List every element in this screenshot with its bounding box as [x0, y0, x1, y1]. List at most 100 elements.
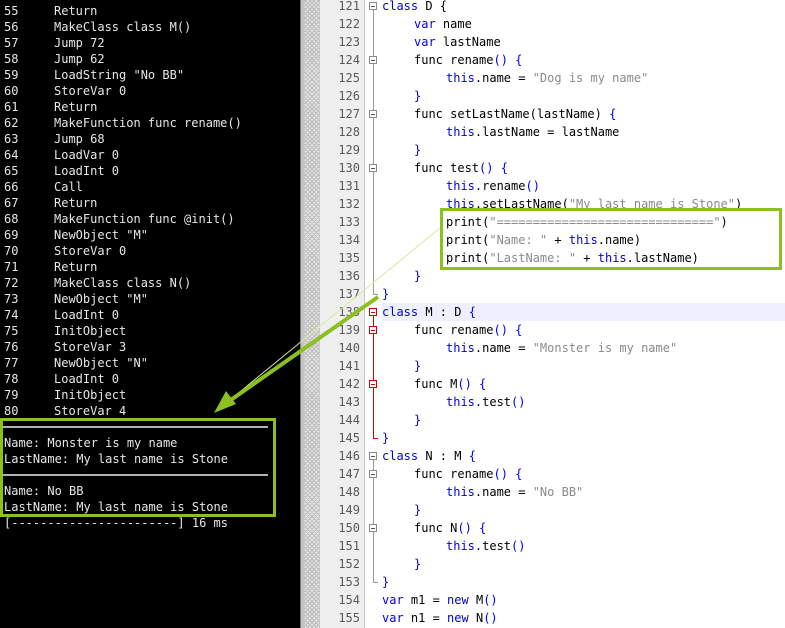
line-number: 143 — [338, 395, 360, 409]
code-line[interactable]: func test() { — [414, 159, 508, 177]
code-token: func rename — [414, 467, 494, 481]
console-line-text: LoadInt 0 — [54, 164, 120, 178]
code-line[interactable]: } — [414, 411, 421, 429]
code-line[interactable]: func setLastName(lastName) { — [414, 105, 616, 123]
fold-toggle-icon[interactable] — [369, 164, 377, 172]
line-number: 151 — [338, 539, 360, 553]
console-line-number: 63 — [4, 132, 19, 146]
console-line-number: 55 — [4, 4, 19, 18]
console-line-number: 80 — [4, 404, 19, 418]
console-line: 68 MakeFunction func @init() — [4, 211, 235, 227]
code-line[interactable]: this.name = "Dog is my name" — [446, 69, 648, 87]
code-keyword: { — [493, 161, 508, 175]
code-line[interactable]: var lastName — [414, 33, 501, 51]
fold-toggle-icon[interactable] — [369, 56, 377, 64]
console-line-text: LoadInt 0 — [54, 372, 120, 386]
code-token: func rename — [414, 53, 494, 67]
code-line[interactable]: } — [382, 429, 389, 447]
console-line-number: 78 — [4, 372, 19, 386]
code-line[interactable]: } — [414, 555, 421, 573]
console-line-text: StoreVar 3 — [54, 340, 127, 354]
code-line[interactable]: this.rename() — [446, 177, 540, 195]
code-line[interactable]: this.test() — [446, 393, 525, 411]
fold-toggle-icon[interactable] — [369, 380, 377, 388]
code-editor[interactable]: 121 122 123 124 125 126 127 128 129 130 131 132 133 1… — [320, 0, 785, 628]
console-line-text: Return — [54, 100, 98, 114]
code-line[interactable]: func rename() { — [414, 51, 522, 69]
code-line[interactable]: } — [414, 357, 421, 375]
code-keyword: () — [483, 593, 498, 607]
console-line: 62 MakeFunction func rename() — [4, 115, 242, 131]
code-keyword: { — [471, 521, 487, 535]
line-number: 147 — [338, 467, 360, 481]
code-line[interactable]: } — [414, 141, 421, 159]
code-line[interactable]: var n1 = new N() — [382, 609, 498, 627]
console-line-number: 75 — [4, 324, 19, 338]
console-line: 66 Call — [4, 179, 83, 195]
code-line[interactable]: func M() { — [414, 375, 486, 393]
code-line[interactable]: class D { — [382, 0, 447, 15]
fold-margin[interactable] — [365, 0, 381, 628]
code-token: N — [468, 611, 484, 625]
pane-splitter[interactable] — [304, 0, 320, 628]
code-keyword: } — [414, 503, 422, 517]
fold-toggle-icon[interactable] — [369, 452, 377, 460]
code-keyword: new — [447, 611, 469, 625]
console-line: 75 InitObject — [4, 323, 126, 339]
code-keyword: this — [446, 71, 475, 85]
code-keyword: new — [447, 593, 469, 607]
console-line-number: 77 — [4, 356, 19, 370]
fold-toggle-icon[interactable] — [369, 326, 377, 334]
console-line-number: 69 — [4, 228, 19, 242]
fold-toggle-icon[interactable] — [369, 470, 377, 478]
line-number: 123 — [338, 35, 360, 49]
code-keyword: { — [609, 107, 617, 121]
code-token: func rename — [414, 323, 494, 337]
fold-toggle-icon[interactable] — [369, 2, 377, 10]
code-line[interactable]: } — [414, 87, 421, 105]
code-line[interactable]: class M : D { — [382, 303, 476, 321]
line-number: 122 — [338, 17, 360, 31]
code-line[interactable]: func N() { — [414, 519, 486, 537]
fold-toggle-icon[interactable] — [369, 524, 377, 532]
console-line-text: Return — [54, 4, 98, 18]
console-line-number: 61 — [4, 100, 19, 114]
line-number: 124 — [338, 53, 360, 67]
fold-toggle-icon[interactable] — [369, 110, 377, 118]
code-line[interactable]: this.name = "Monster is my name" — [446, 339, 677, 357]
code-keyword: this — [446, 125, 475, 139]
fold-toggle-icon[interactable] — [369, 308, 377, 316]
code-keyword: () — [483, 611, 498, 625]
console-line-number: 64 — [4, 148, 19, 162]
code-line[interactable]: this.name = "No BB" — [446, 483, 583, 501]
console-line: 73 NewObject "M" — [4, 291, 148, 307]
code-line[interactable]: func rename() { — [414, 465, 522, 483]
code-line[interactable]: this.lastName = lastName — [446, 123, 619, 141]
code-line[interactable]: var m1 = new M() — [382, 591, 498, 609]
code-line[interactable]: class N : M { — [382, 447, 476, 465]
code-keyword: () — [493, 467, 508, 481]
code-line[interactable]: } — [414, 501, 421, 519]
code-line[interactable]: } — [414, 267, 421, 285]
console-line-text: Jump 72 — [54, 36, 105, 50]
code-keyword: { — [468, 449, 476, 463]
console-line: 56 MakeClass class M() — [4, 19, 191, 35]
console-line: 72 MakeClass class N() — [4, 275, 191, 291]
line-number: 137 — [338, 287, 360, 301]
console-line-number: 67 — [4, 196, 19, 210]
line-number: 149 — [338, 503, 360, 517]
code-line[interactable]: func rename() { — [414, 321, 522, 339]
code-keyword: } — [414, 143, 422, 157]
line-number: 140 — [338, 341, 360, 355]
code-line[interactable]: } — [382, 285, 389, 303]
console-line-number: 56 — [4, 20, 19, 34]
code-line[interactable]: } — [382, 573, 389, 591]
console-line-number: 79 — [4, 388, 19, 402]
code-keyword: () — [457, 377, 472, 391]
console-line-number: 62 — [4, 116, 19, 130]
code-line[interactable]: var name — [414, 15, 472, 33]
code-token: .lastName = lastName — [474, 125, 620, 139]
code-line[interactable]: this.test() — [446, 537, 525, 555]
console-line-number: 65 — [4, 164, 19, 178]
code-token: func M — [414, 377, 458, 391]
